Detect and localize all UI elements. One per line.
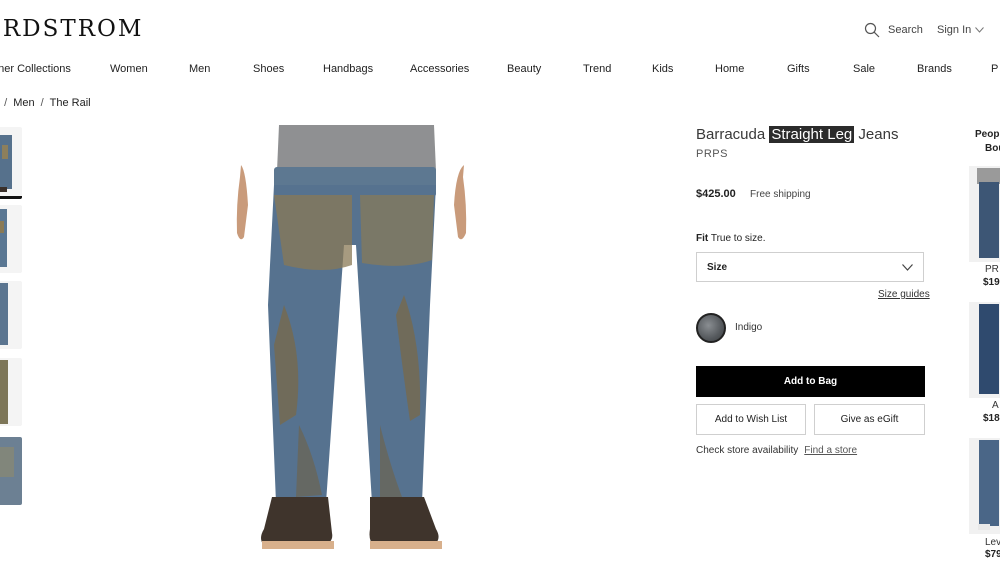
nav-handbags[interactable]: Handbags	[323, 63, 373, 75]
nav-trend[interactable]: Trend	[583, 63, 611, 75]
chevron-down-icon	[975, 27, 985, 33]
recommendation-name[interactable]: Lev	[985, 537, 1000, 548]
recommendation-price: $188	[983, 413, 1000, 424]
product-title-end: Jeans	[854, 126, 899, 143]
search-button[interactable]: Search	[864, 22, 923, 38]
product-title-start: Barracuda	[696, 126, 770, 143]
color-label: Indigo	[735, 322, 763, 333]
nordstrom-logo[interactable]: ORDSTROM	[0, 16, 143, 42]
fit-info: Fit True to size.	[696, 233, 765, 244]
product-thumbnail[interactable]	[0, 205, 22, 273]
nav-women[interactable]: Women	[110, 63, 148, 75]
recommendations-heading: Peopl Bou	[975, 128, 1000, 156]
nav-sale[interactable]: Sale	[853, 63, 875, 75]
find-a-store-link[interactable]: Find a store	[804, 445, 857, 456]
recommendation-image[interactable]	[969, 438, 1000, 534]
recommendation-image[interactable]	[969, 302, 1000, 398]
breadcrumb-separator: /	[40, 97, 44, 109]
nav-gifts[interactable]: Gifts	[787, 63, 810, 75]
store-availability-label: Check store availability	[696, 445, 799, 456]
product-thumbnail[interactable]	[0, 281, 22, 349]
search-label: Search	[888, 24, 923, 36]
store-availability: Check store availability Find a store	[696, 445, 857, 456]
nav-accessories[interactable]: Accessories	[410, 63, 469, 75]
recommendations-heading-line: Bou	[985, 143, 1000, 154]
nav-shoes[interactable]: Shoes	[253, 63, 284, 75]
breadcrumb-the-rail[interactable]: The Rail	[50, 97, 91, 109]
recommendations-heading-line: Peopl	[975, 129, 1000, 140]
add-to-wish-list-button[interactable]: Add to Wish List	[696, 404, 806, 435]
recommendation-image[interactable]	[969, 166, 1000, 262]
nav-kids[interactable]: Kids	[652, 63, 673, 75]
recommendation-name[interactable]: A	[992, 400, 999, 411]
recommendation-price: $190	[983, 277, 1000, 288]
size-select[interactable]: Size	[696, 252, 924, 282]
breadcrumb: e/Men/The Rail	[0, 97, 91, 109]
give-as-egift-button[interactable]: Give as eGift	[814, 404, 925, 435]
product-title-highlight: Straight Leg	[769, 126, 855, 143]
recommendation-price: $79	[985, 549, 1000, 560]
product-thumbnail[interactable]	[0, 437, 22, 505]
nav-more[interactable]: P	[991, 63, 998, 75]
fit-label: Fit	[696, 233, 709, 244]
product-thumbnail[interactable]	[0, 358, 22, 426]
nav-men[interactable]: Men	[189, 63, 210, 75]
product-price: $425.00	[696, 188, 736, 200]
recommendation-name[interactable]: PR	[985, 264, 999, 275]
nav-brands[interactable]: Brands	[917, 63, 952, 75]
shipping-info: Free shipping	[750, 189, 811, 200]
breadcrumb-separator: /	[4, 97, 8, 109]
nav-beauty[interactable]: Beauty	[507, 63, 541, 75]
size-select-label: Size	[707, 261, 728, 273]
product-thumbnail[interactable]	[0, 127, 22, 199]
nav-home[interactable]: Home	[715, 63, 744, 75]
sign-in-menu[interactable]: Sign In	[937, 24, 985, 36]
product-title: Barracuda Straight Leg Jeans	[696, 126, 898, 143]
chevron-down-icon	[902, 263, 913, 271]
color-swatch-indigo[interactable]	[696, 313, 726, 343]
product-brand[interactable]: PRPS	[696, 148, 728, 160]
breadcrumb-men[interactable]: Men	[13, 97, 34, 109]
size-guides-link[interactable]: Size guides	[878, 289, 930, 300]
add-to-bag-button[interactable]: Add to Bag	[696, 366, 925, 397]
fit-value: True to size.	[710, 233, 766, 244]
nav-designer-collections[interactable]: gner Collections	[0, 63, 71, 75]
product-main-image[interactable]	[204, 125, 499, 563]
search-icon	[864, 22, 880, 38]
sign-in-label: Sign In	[937, 24, 972, 36]
